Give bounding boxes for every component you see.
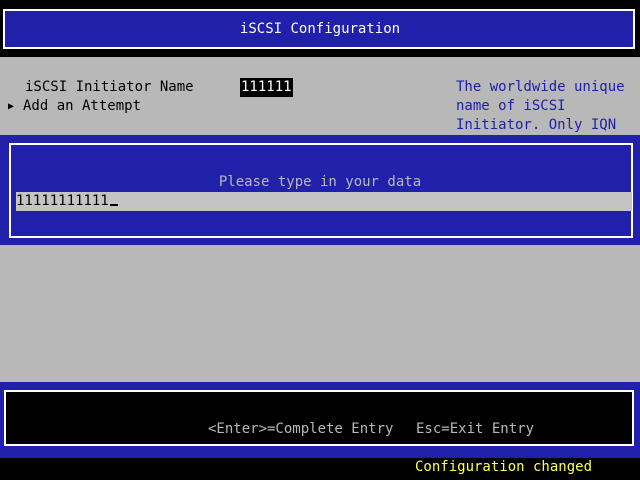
add-attempt-item[interactable]: ▶ Add an Attempt <box>8 97 148 116</box>
data-input-field[interactable]: 11111111111 <box>16 192 632 211</box>
add-attempt-label: Add an Attempt <box>23 98 142 114</box>
esc-hint: Esc=Exit Entry <box>416 421 535 437</box>
help-line-3: Initiator. Only IQN <box>456 117 617 133</box>
status-message: Configuration changed <box>415 459 593 475</box>
expand-arrow-icon: ▶ <box>8 101 15 112</box>
enter-hint: <Enter>=Complete Entry <box>208 421 394 437</box>
initiator-name-field[interactable]: 111111 <box>240 78 293 97</box>
help-line-2: name of iSCSI <box>456 98 566 114</box>
page-title: iSCSI Configuration <box>239 21 401 37</box>
data-input-value: 11111111111 <box>16 193 109 209</box>
initiator-name-label: iSCSI Initiator Name <box>25 79 194 95</box>
help-line-1: The worldwide unique <box>456 79 625 95</box>
popup-prompt: Please type in your data <box>218 174 422 190</box>
text-cursor <box>109 204 118 206</box>
